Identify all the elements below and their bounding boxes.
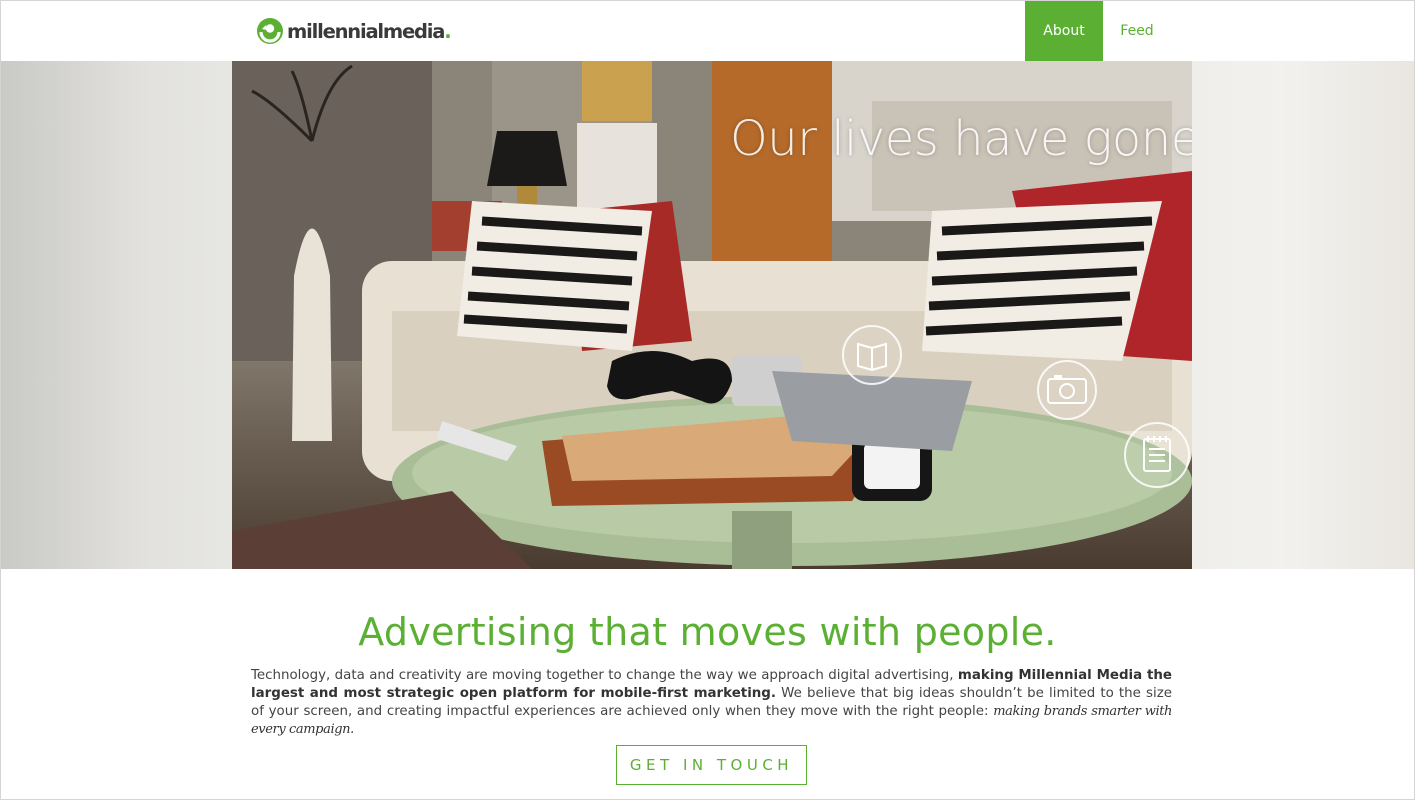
nav-feed[interactable]: Feed (1103, 1, 1171, 61)
hero-banner: Our lives have gone mobile (0, 61, 1415, 569)
headline: Advertising that moves with people. (358, 610, 1057, 654)
intro-text-part1: Technology, data and creativity are movi… (251, 668, 958, 683)
nav-about[interactable]: About (1025, 1, 1103, 61)
hero-caption: Our lives have gone mobile (730, 111, 1192, 167)
hero-video[interactable]: Our lives have gone mobile (232, 61, 1192, 569)
book-icon (842, 325, 902, 385)
brand-logo[interactable]: millennialmedia. (256, 16, 452, 46)
hero-backdrop-right (1192, 61, 1415, 569)
intro-paragraph: Technology, data and creativity are movi… (251, 667, 1172, 739)
main-nav: About Feed (1025, 1, 1171, 61)
logo-wordmark: millennialmedia. (287, 19, 452, 43)
site-header: millennialmedia. About Feed (0, 0, 1415, 61)
get-in-touch-button[interactable]: GET IN TOUCH (616, 745, 807, 785)
notepad-icon (1124, 422, 1190, 488)
camera-icon (1037, 360, 1097, 420)
logo-mark-icon (257, 18, 283, 44)
